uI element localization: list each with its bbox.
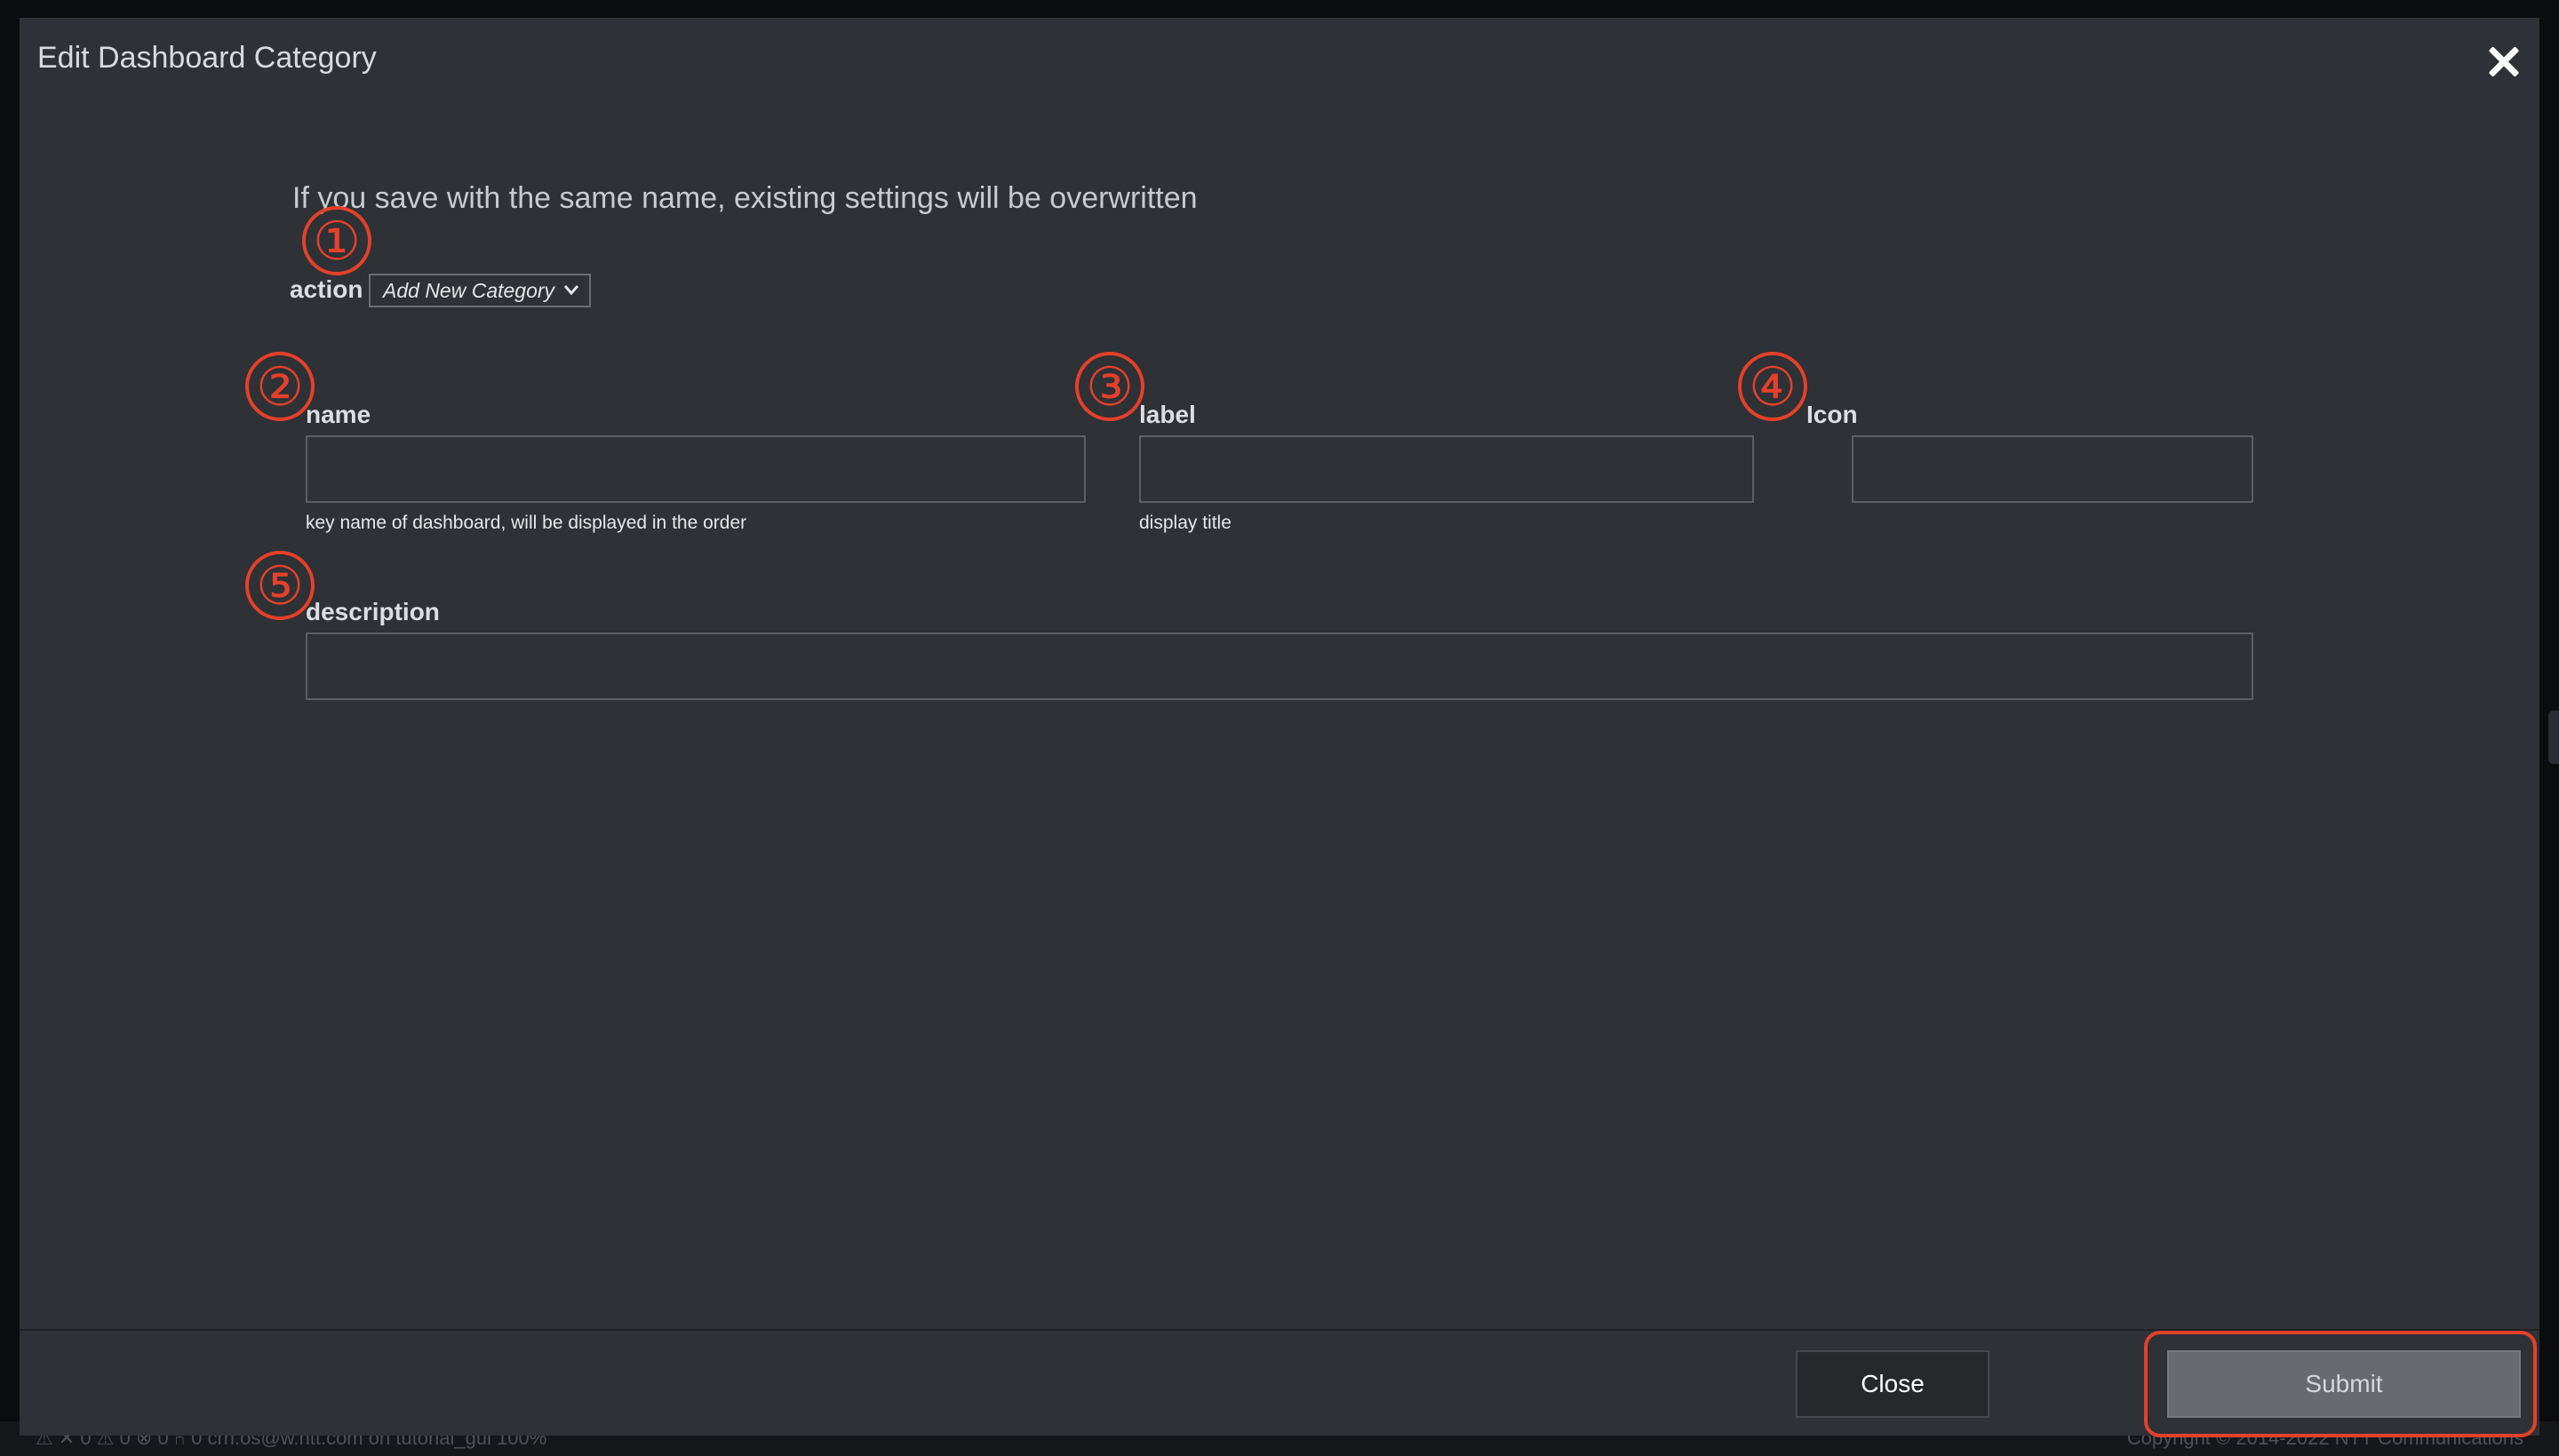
label-label: label: [1139, 401, 1196, 428]
name-label: name: [306, 401, 371, 428]
label-help: display title: [1139, 513, 1232, 533]
close-icon[interactable]: [2476, 34, 2533, 91]
annotation-marker-3: ③: [1075, 352, 1144, 421]
annotation-marker-2: ②: [245, 352, 315, 421]
annotation-marker-4: ④: [1738, 352, 1807, 421]
icon-input[interactable]: [1852, 435, 2253, 503]
annotation-marker-1: ①: [302, 206, 371, 275]
name-input[interactable]: [306, 435, 1086, 503]
icon-label: Icon: [1806, 401, 1858, 428]
action-select[interactable]: Add New Category: [369, 274, 591, 307]
description-input[interactable]: [306, 633, 2253, 700]
description-label: description: [306, 598, 440, 625]
label-input[interactable]: [1139, 435, 1754, 503]
submit-annotation-highlight: [2144, 1331, 2537, 1437]
background-side-handle: [2548, 711, 2559, 764]
annotation-marker-5: ⑤: [245, 551, 315, 620]
edit-dashboard-category-modal: Edit Dashboard Category If you save with…: [20, 18, 2539, 1437]
chevron-down-icon: [563, 285, 579, 296]
name-help: key name of dashboard, will be displayed…: [306, 513, 747, 533]
action-select-value: Add New Category: [383, 279, 555, 302]
modal-title: Edit Dashboard Category: [37, 41, 377, 75]
close-button[interactable]: Close: [1796, 1350, 1989, 1418]
overwrite-notice: If you save with the same name, existing…: [292, 181, 1198, 215]
action-label: action: [290, 275, 363, 303]
modal-header: Edit Dashboard Category: [20, 18, 2539, 107]
